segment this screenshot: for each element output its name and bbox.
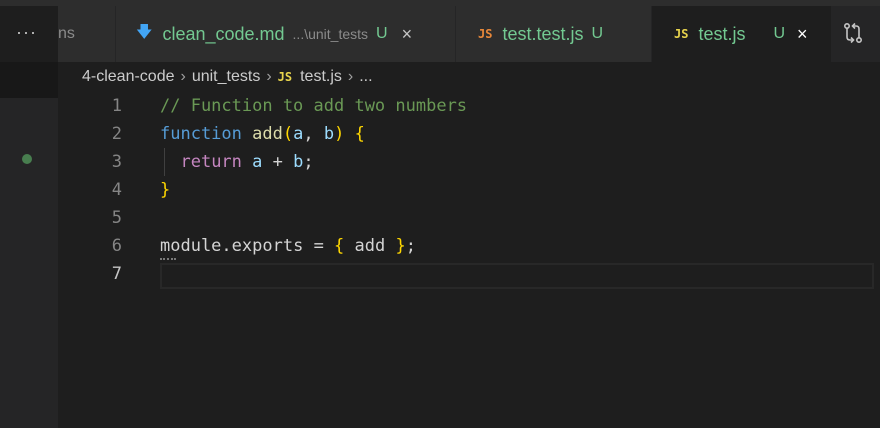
line-number: 7 [111,264,122,284]
tab-label: clean_code.md [162,23,285,44]
tab-partial[interactable]: ns [58,6,116,62]
line-number: 4 [111,180,122,200]
line-content[interactable]: module.exports = { add }; [160,232,416,260]
punctuation-token: ; [405,236,416,256]
punctuation-token: . [221,236,232,256]
breadcrumb-item-symbols[interactable]: ... [359,68,372,86]
param-token: b [323,124,335,144]
variable-token: a [252,152,263,172]
tab-label: test.test.js [502,23,584,44]
close-icon[interactable]: × [797,24,808,45]
line-number: 1 [111,96,122,116]
tab-description: ...\unit_tests [292,26,369,42]
breadcrumb-item-subfolder[interactable]: unit_tests [192,68,260,86]
line-content[interactable]: } [160,176,170,204]
breadcrumb: 4-clean-code › unit_tests › JS test.js ›… [58,62,880,92]
brace-token: } [160,180,171,200]
code-line[interactable]: 4 } [58,176,880,204]
keyword-token: function [160,124,242,144]
line-content[interactable]: return a + b; [160,148,314,176]
js-icon: JS [478,27,493,41]
line-number: 5 [111,208,122,228]
paren-token: ( [282,124,294,144]
code-line[interactable]: 5 [58,204,880,232]
tab-test-test-js[interactable]: JS test.test.js U [456,6,652,62]
tab-status-badge: U [773,25,786,42]
code-line[interactable]: 2 function add(a, b) { [58,120,880,148]
breadcrumb-separator-icon: › [180,68,186,85]
param-token: a [293,124,304,144]
brace-token: { [354,124,365,144]
js-icon: JS [674,27,689,41]
operator-token: + [262,152,294,172]
breadcrumb-item-file[interactable]: test.js [300,68,342,86]
function-name-token: add [252,124,283,144]
line-content[interactable]: function add(a, b) { [160,120,365,148]
line-content[interactable]: // Function to add two numbers [160,92,467,120]
punctuation-token: , [303,124,324,144]
breadcrumb-separator-icon: › [266,68,272,85]
tab-label: test.js [698,23,746,44]
code-line[interactable]: 3 return a + b; [58,148,880,176]
tab-status-badge: U [591,25,604,42]
more-actions-icon[interactable]: ··· [16,22,40,42]
markdown-icon: 🡇 [136,23,153,41]
code-line[interactable]: 7 [58,260,880,288]
tab-clean-code-md[interactable]: 🡇 clean_code.md ...\unit_tests U × [116,6,456,62]
js-icon: JS [277,70,293,84]
side-panel: ··· [0,6,58,428]
breadcrumb-separator-icon: › [347,68,354,85]
side-panel-subheader [0,62,58,98]
tab-label: ns [58,25,75,42]
punctuation-token: ; [303,152,314,172]
brace-token: } [395,236,406,256]
operator-token: = [303,236,335,256]
comment-token: // Function to add two numbers [160,96,468,116]
keyword-token: return [180,152,242,172]
line-number: 3 [111,152,122,172]
line-number: 2 [111,124,122,144]
variable-token: b [293,152,304,172]
variable-token: add [344,236,396,256]
brace-token: { [334,236,345,256]
code-editor[interactable]: 1 // Function to add two numbers 2 funct… [58,92,880,428]
modified-indicator-icon [22,154,32,164]
paren-token: ) [334,124,345,144]
breadcrumb-item-folder[interactable]: 4-clean-code [82,68,175,86]
close-icon[interactable]: × [402,24,413,45]
tab-status-badge: U [376,25,388,42]
compare-changes-icon[interactable] [838,18,868,48]
variable-token: module [160,236,222,256]
code-line[interactable]: 6 module.exports = { add }; [58,232,880,260]
tab-bar: ns 🡇 clean_code.md ...\unit_tests U × JS… [58,6,880,62]
line-number: 6 [111,236,122,256]
property-token: exports [231,236,304,256]
code-line[interactable]: 1 // Function to add two numbers [58,92,880,120]
tab-test-js[interactable]: JS test.js U × [652,6,832,62]
